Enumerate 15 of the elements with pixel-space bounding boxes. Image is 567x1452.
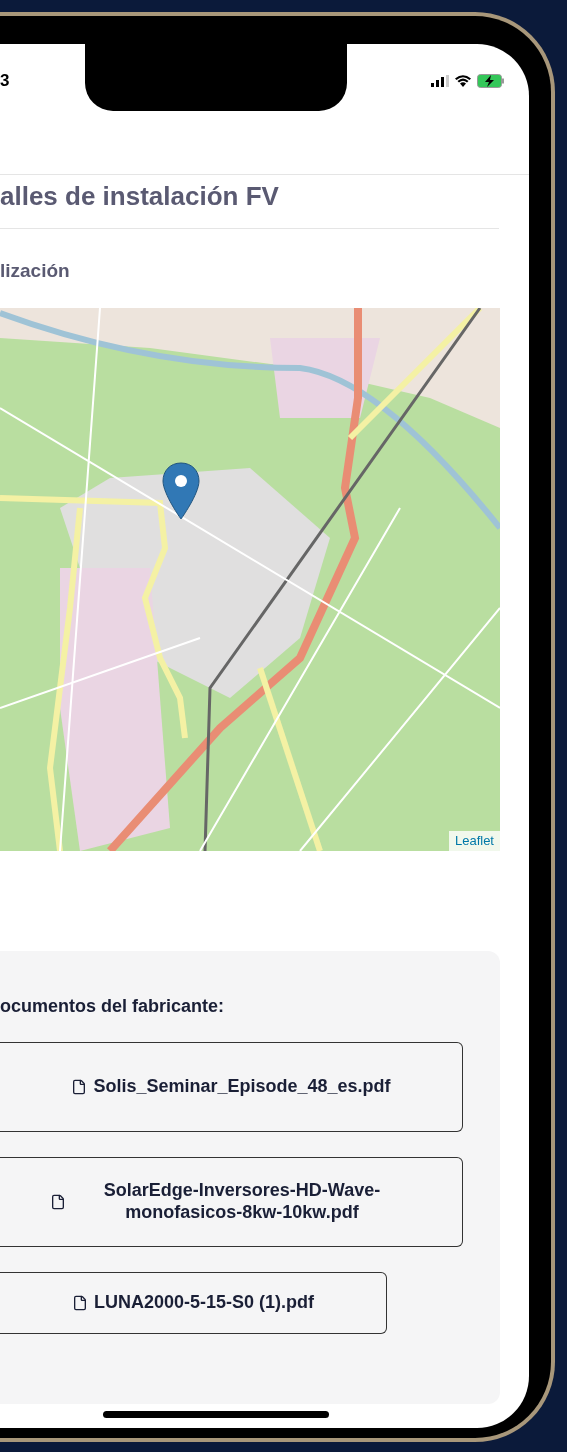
file-icon [71,1078,88,1095]
wifi-icon [455,75,471,87]
map-pin-icon [162,461,200,520]
file-icon [50,1193,66,1210]
file-icon [71,1294,88,1311]
section-heading: lización [0,259,71,283]
documents-heading: ocumentos del fabricante: [0,994,226,1018]
status-time: 3 [0,70,10,93]
document-button[interactable]: LUNA2000-5-15-S0 (1).pdf [0,1271,387,1334]
map-attribution[interactable]: Leaflet [448,831,500,851]
page-title: alles de instalación FV [0,175,499,229]
document-button[interactable]: Solis_Seminar_Episode_48_es.pdf [0,1041,463,1132]
document-button[interactable]: SolarEdge-Inversores-HD-Wave-monofasicos-8kw-10kw.pdf [0,1156,463,1247]
signal-icon [431,75,449,87]
battery-charging-icon [477,74,505,88]
